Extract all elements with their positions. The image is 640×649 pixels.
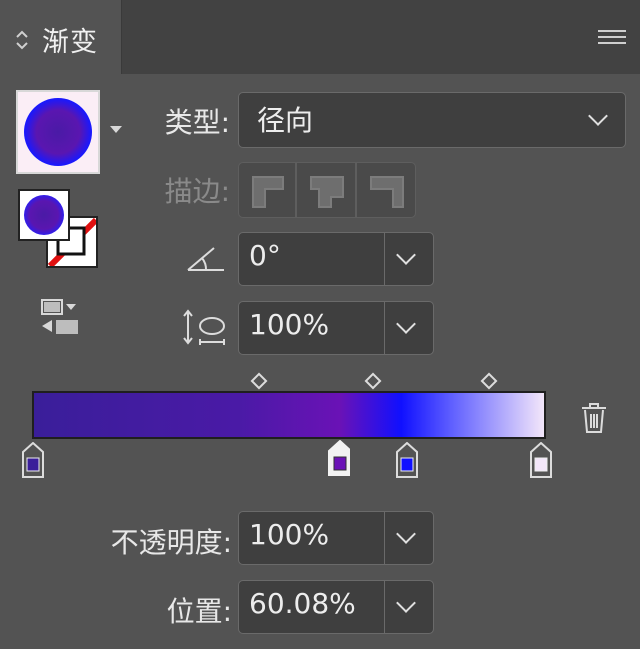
color-stop[interactable] <box>530 442 552 478</box>
fill-swatch[interactable] <box>18 189 70 241</box>
angle-value[interactable]: 0° <box>249 239 281 272</box>
chevron-down-icon <box>396 245 416 265</box>
stroke-along-button[interactable] <box>296 162 356 218</box>
color-stop[interactable] <box>396 442 418 478</box>
reverse-gradient-icon[interactable] <box>40 298 80 336</box>
type-dropdown[interactable]: 径向 <box>238 92 626 148</box>
collapse-arrows-icon[interactable] <box>14 27 30 53</box>
stroke-along-icon <box>310 176 344 208</box>
gradient-midpoint[interactable] <box>364 372 382 390</box>
chevron-down-icon <box>396 524 416 544</box>
stroke-within-icon <box>252 176 284 208</box>
aspect-dropdown[interactable]: 100% <box>238 301 434 355</box>
chevron-down-icon <box>396 593 416 613</box>
type-label: 类型: <box>164 106 230 139</box>
aspect-ratio-icon <box>183 309 225 345</box>
angle-dropdown[interactable]: 0° <box>238 232 434 286</box>
gradient-preview-swatch[interactable] <box>16 90 100 174</box>
chevron-down-icon <box>588 106 608 126</box>
caret-down-icon[interactable] <box>110 126 122 134</box>
location-value[interactable]: 60.08% <box>249 587 356 620</box>
gradient-slider[interactable] <box>32 391 546 439</box>
aspect-value[interactable]: 100% <box>249 308 329 341</box>
gradient-midpoint[interactable] <box>480 372 498 390</box>
location-dropdown[interactable]: 60.08% <box>238 580 434 634</box>
tab-gradient[interactable]: 渐变 <box>0 0 122 74</box>
stroke-label: 描边: <box>164 175 230 208</box>
stroke-within-button[interactable] <box>238 162 296 218</box>
opacity-label: 不透明度: <box>110 526 232 559</box>
stroke-across-icon <box>370 176 404 208</box>
opacity-value[interactable]: 100% <box>249 518 329 551</box>
stroke-across-button[interactable] <box>356 162 416 218</box>
hamburger-icon[interactable] <box>598 30 626 48</box>
color-stop-selected[interactable] <box>328 440 350 476</box>
location-label: 位置: <box>166 595 232 628</box>
gradient-midpoint[interactable] <box>250 372 268 390</box>
type-value: 径向 <box>257 104 314 137</box>
opacity-dropdown[interactable]: 100% <box>238 511 434 565</box>
tab-title: 渐变 <box>42 27 98 58</box>
chevron-down-icon <box>396 314 416 334</box>
angle-icon <box>187 247 224 271</box>
color-stop[interactable] <box>22 442 44 478</box>
trash-icon[interactable] <box>580 402 608 434</box>
